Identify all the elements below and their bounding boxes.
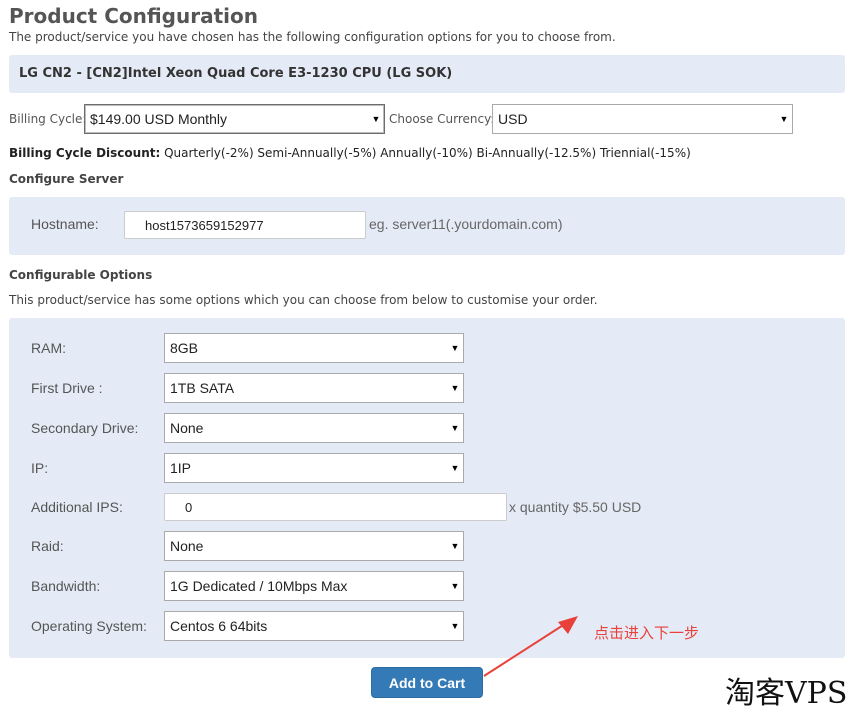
os-select[interactable]: Centos 6 64bits ▼	[164, 611, 464, 641]
additional-ips-label: Additional IPS:	[31, 499, 123, 515]
options-panel: RAM: 8GB ▼ First Drive : 1TB SATA ▼ Seco…	[9, 318, 845, 658]
secondary-drive-value: None	[170, 420, 204, 436]
product-header: LG CN2 - [CN2]Intel Xeon Quad Core E3-12…	[9, 55, 845, 93]
billing-cycle-label: Billing Cycle:	[9, 112, 87, 126]
first-drive-label: First Drive :	[31, 380, 103, 396]
os-value: Centos 6 64bits	[170, 618, 268, 634]
billing-cycle-select[interactable]: $149.00 USD Monthly ▼	[84, 104, 385, 134]
bandwidth-label: Bandwidth:	[31, 578, 101, 594]
chevron-down-icon: ▼	[450, 581, 460, 591]
chevron-down-icon: ▼	[450, 621, 460, 631]
watermark: 淘客VPS	[725, 676, 848, 711]
page-subtitle: The product/service you have chosen has …	[9, 30, 616, 44]
add-to-cart-button[interactable]: Add to Cart	[371, 667, 483, 698]
ip-value: 1IP	[170, 460, 192, 476]
ip-select[interactable]: 1IP ▼	[164, 453, 464, 483]
next-step-note: 点击进入下一步	[594, 624, 700, 642]
currency-select[interactable]: USD ▼	[492, 104, 793, 134]
secondary-drive-select[interactable]: None ▼	[164, 413, 464, 443]
hostname-label: Hostname:	[31, 216, 99, 232]
configurable-options-heading: Configurable Options	[9, 268, 153, 282]
product-name: LG CN2 - [CN2]Intel Xeon Quad Core E3-12…	[19, 66, 453, 81]
billing-discount: Billing Cycle Discount: Quarterly(-2%) S…	[9, 146, 691, 160]
first-drive-value: 1TB SATA	[170, 380, 235, 396]
page-title: Product Configuration	[9, 4, 258, 28]
billing-discount-label: Billing Cycle Discount:	[9, 146, 161, 160]
chevron-down-icon: ▼	[779, 114, 789, 124]
configure-server-heading: Configure Server	[9, 172, 124, 186]
chevron-down-icon: ▼	[450, 343, 460, 353]
arrow-shaft	[483, 621, 569, 677]
os-label: Operating System:	[31, 618, 147, 634]
additional-ips-hint: x quantity $5.50 USD	[509, 499, 642, 515]
bandwidth-value: 1G Dedicated / 10Mbps Max	[170, 578, 348, 594]
first-drive-select[interactable]: 1TB SATA ▼	[164, 373, 464, 403]
secondary-drive-label: Secondary Drive:	[31, 420, 139, 436]
billing-cycle-value: $149.00 USD Monthly	[90, 111, 227, 127]
billing-discount-text: Quarterly(-2%) Semi-Annually(-5%) Annual…	[160, 146, 691, 160]
hostname-input[interactable]: host1573659152977	[124, 211, 366, 239]
raid-value: None	[170, 538, 204, 554]
currency-value: USD	[498, 111, 528, 127]
server-panel: Hostname: host1573659152977 eg. server11…	[9, 197, 845, 255]
bandwidth-select[interactable]: 1G Dedicated / 10Mbps Max ▼	[164, 571, 464, 601]
configurable-options-description: This product/service has some options wh…	[9, 293, 598, 307]
chevron-down-icon: ▼	[450, 541, 460, 551]
ram-label: RAM:	[31, 340, 66, 356]
currency-label: Choose Currency:	[389, 112, 495, 126]
chevron-down-icon: ▼	[371, 114, 381, 124]
chevron-down-icon: ▼	[450, 383, 460, 393]
red-arrow-icon	[483, 616, 578, 677]
raid-label: Raid:	[31, 538, 64, 554]
hostname-hint: eg. server11(.yourdomain.com)	[369, 216, 563, 232]
raid-select[interactable]: None ▼	[164, 531, 464, 561]
arrow-head	[558, 616, 578, 634]
ram-select[interactable]: 8GB ▼	[164, 333, 464, 363]
ip-label: IP:	[31, 460, 49, 476]
chevron-down-icon: ▼	[450, 423, 460, 433]
additional-ips-input[interactable]: 0	[164, 493, 507, 521]
chevron-down-icon: ▼	[450, 463, 460, 473]
ram-value: 8GB	[170, 340, 199, 356]
